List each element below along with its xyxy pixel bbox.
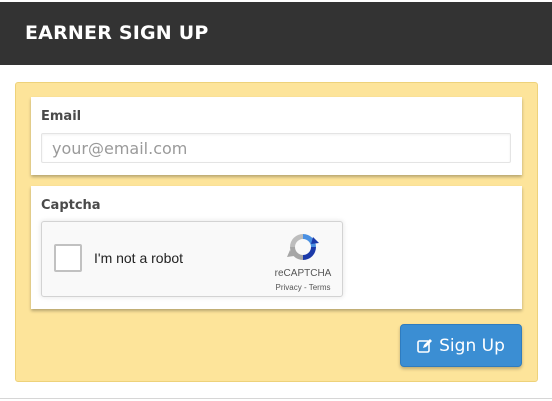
sign-up-button-label: Sign Up [439, 335, 505, 356]
recaptcha-logo-icon [287, 234, 319, 260]
sign-up-button[interactable]: Sign Up [400, 324, 522, 367]
recaptcha-privacy-terms-links[interactable]: Privacy - Terms [267, 283, 339, 292]
recaptcha-checkbox-label: I'm not a robot [94, 250, 184, 266]
edit-icon [417, 338, 433, 353]
recaptcha-checkbox[interactable] [54, 244, 82, 272]
bottom-divider [0, 398, 552, 399]
email-card: Email [31, 97, 522, 175]
captcha-card: Captcha I'm not a robot reCAPTCHA Privac… [31, 186, 522, 309]
page-header: EARNER SIGN UP [0, 2, 552, 65]
email-label: Email [41, 109, 82, 124]
recaptcha-brand: reCAPTCHA [274, 268, 332, 279]
page-title: EARNER SIGN UP [25, 22, 209, 44]
email-field[interactable] [41, 133, 511, 163]
signup-form-panel: Email Captcha I'm not a robot reCAPTCHA … [15, 82, 538, 382]
recaptcha-widget: I'm not a robot reCAPTCHA Privacy - Term… [41, 221, 343, 297]
captcha-label: Captcha [41, 198, 101, 213]
